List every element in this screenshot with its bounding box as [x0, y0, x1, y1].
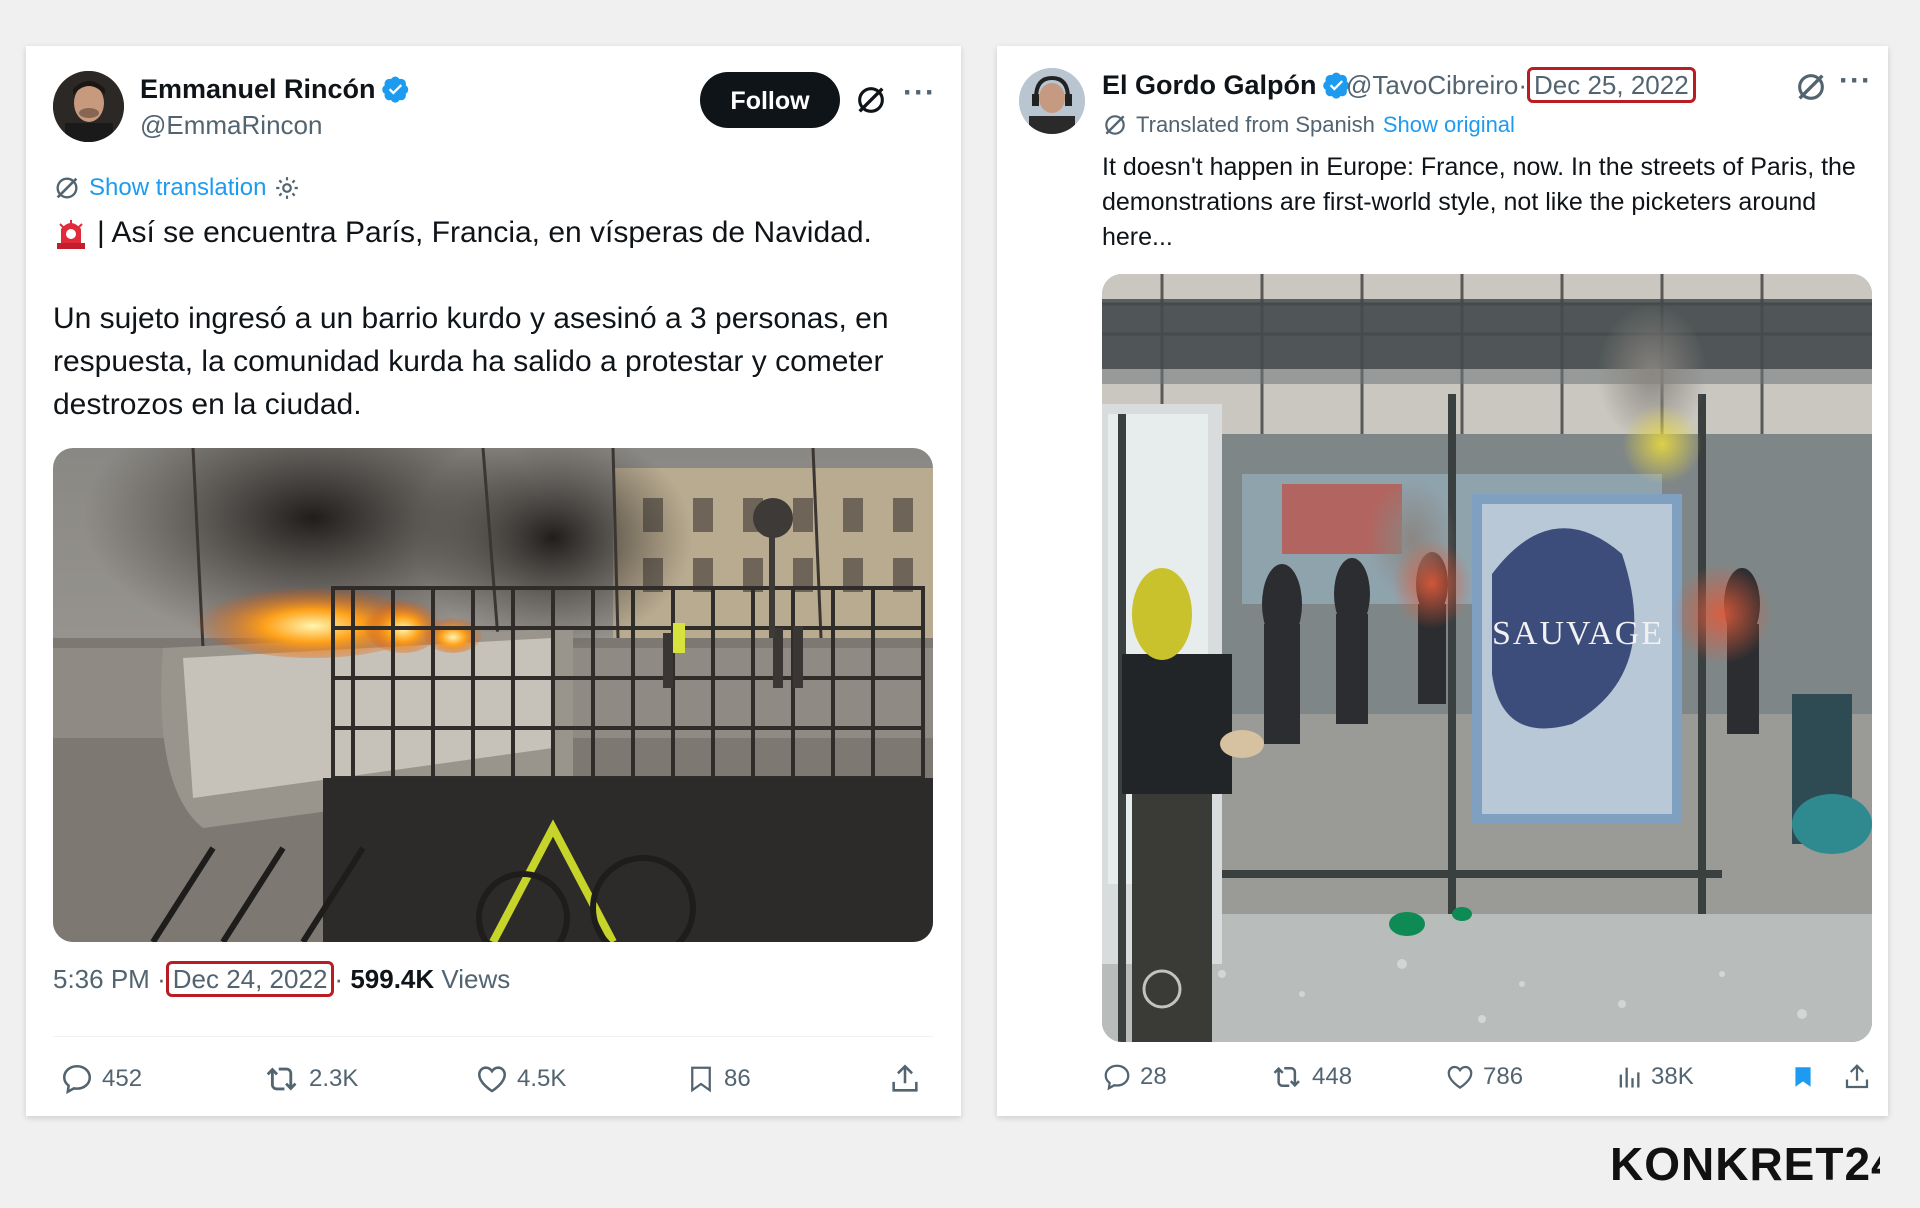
- show-original-link[interactable]: Show original: [1383, 112, 1515, 138]
- bookmark-icon: [691, 1066, 711, 1093]
- verified-badge-icon: [381, 76, 408, 103]
- divider: [53, 1036, 933, 1037]
- avatar[interactable]: [53, 71, 124, 142]
- konkret24-logo-text: KONKRET24: [1610, 1138, 1880, 1190]
- author-name-text[interactable]: El Gordo Galpón: [1102, 70, 1317, 100]
- show-translation-row[interactable]: Show translation: [53, 174, 300, 202]
- reply-button[interactable]: 28: [1102, 1062, 1167, 1092]
- share-icon: [892, 1064, 918, 1092]
- retweet-count: 2.3K: [309, 1065, 359, 1092]
- like-count: 786: [1483, 1063, 1524, 1090]
- like-button[interactable]: 786: [1445, 1062, 1523, 1092]
- heart-icon: [1447, 1065, 1473, 1089]
- bookmark-button[interactable]: [1790, 1062, 1824, 1092]
- retweet-button[interactable]: 448: [1272, 1062, 1352, 1092]
- tweet-text-line1: | Así se encuentra París, Francia, en ví…: [53, 211, 933, 254]
- retweet-icon: [1273, 1066, 1300, 1088]
- video-sign-text: SAUVAGE: [1492, 615, 1664, 652]
- translated-row: Translated from Spanish Show original: [1102, 112, 1515, 138]
- translate-icon: [56, 177, 78, 199]
- follow-button[interactable]: Follow: [700, 72, 840, 128]
- tweet-text-line1-text: | Así se encuentra París, Francia, en ví…: [97, 216, 872, 249]
- translated-from-label: Translated from Spanish: [1136, 112, 1375, 137]
- tweet-text-line2: Un sujeto ingresó a un barrio kurdo y as…: [53, 302, 889, 421]
- tweet-text: | Así se encuentra París, Francia, en ví…: [53, 211, 933, 426]
- more-options-icon[interactable]: ···: [903, 76, 936, 110]
- meta-separator: ·: [1518, 70, 1528, 100]
- views-count: 599.4K: [350, 964, 435, 994]
- like-count: 4.5K: [517, 1065, 567, 1092]
- konkret24-logo: KONKRET24: [1610, 1132, 1897, 1197]
- reply-button[interactable]: 452: [60, 1062, 142, 1096]
- grok-icon[interactable]: [854, 83, 888, 117]
- siren-emoji-icon: [57, 219, 85, 249]
- views-button[interactable]: 38K: [1615, 1062, 1694, 1092]
- more-options-icon[interactable]: ···: [1839, 64, 1872, 98]
- tweet-meta: 5:36 PM · Dec 24, 2022 · 599.4K Views: [53, 961, 511, 997]
- views-count: 38K: [1651, 1063, 1694, 1090]
- views-label: Views: [441, 964, 511, 994]
- grok-icon[interactable]: [1794, 70, 1828, 104]
- author-handle[interactable]: @TavoCibreiro: [1346, 70, 1518, 100]
- author-name[interactable]: Emmanuel Rincón: [140, 74, 410, 105]
- author-handle[interactable]: @EmmaRincon: [140, 110, 322, 141]
- bookmark-button[interactable]: 86: [686, 1062, 751, 1096]
- tweet-date[interactable]: Dec 24, 2022: [165, 961, 335, 997]
- tweet-time[interactable]: 5:36 PM: [53, 964, 150, 994]
- views-chart-icon: [1619, 1067, 1640, 1088]
- share-icon: [1845, 1064, 1869, 1089]
- tweet-date[interactable]: Dec 25, 2022: [1527, 67, 1696, 103]
- tweet-photo-burning-car[interactable]: [53, 448, 933, 942]
- reply-count: 28: [1140, 1063, 1167, 1090]
- bookmark-count: 86: [724, 1065, 751, 1092]
- settings-gear-icon[interactable]: [274, 175, 300, 201]
- tweet-video-bus-stop[interactable]: SAUVAGE: [1102, 274, 1872, 1042]
- retweet-button[interactable]: 2.3K: [265, 1062, 358, 1096]
- share-button[interactable]: [888, 1062, 930, 1096]
- share-button[interactable]: [1842, 1062, 1880, 1092]
- reply-icon: [1104, 1064, 1130, 1091]
- author-handle-row: @TavoCibreiro· Dec 25, 2022: [1346, 67, 1696, 103]
- translate-icon: [1105, 115, 1125, 135]
- author-name-text[interactable]: Emmanuel Rincón: [140, 74, 376, 104]
- avatar[interactable]: [1019, 68, 1085, 134]
- show-translation-link[interactable]: Show translation: [89, 174, 266, 202]
- retweet-count: 448: [1312, 1063, 1353, 1090]
- meta-separator: ·: [157, 964, 166, 994]
- author-name[interactable]: El Gordo Galpón: [1102, 70, 1351, 101]
- reply-count: 452: [102, 1065, 143, 1092]
- tweet-card-emmarincon: Emmanuel Rincón @EmmaRincon Follow ··· S…: [26, 46, 961, 1116]
- tweet-text: It doesn't happen in Europe: France, now…: [1102, 153, 1856, 251]
- tweet-card-tavocibreiro: El Gordo Galpón @TavoCibreiro· Dec 25, 20…: [997, 46, 1888, 1116]
- retweet-icon: [266, 1067, 297, 1091]
- meta-separator-2: ·: [334, 964, 344, 994]
- heart-icon: [477, 1066, 507, 1093]
- reply-icon: [62, 1064, 92, 1095]
- like-button[interactable]: 4.5K: [475, 1062, 566, 1096]
- bookmark-filled-icon: [1795, 1067, 1811, 1087]
